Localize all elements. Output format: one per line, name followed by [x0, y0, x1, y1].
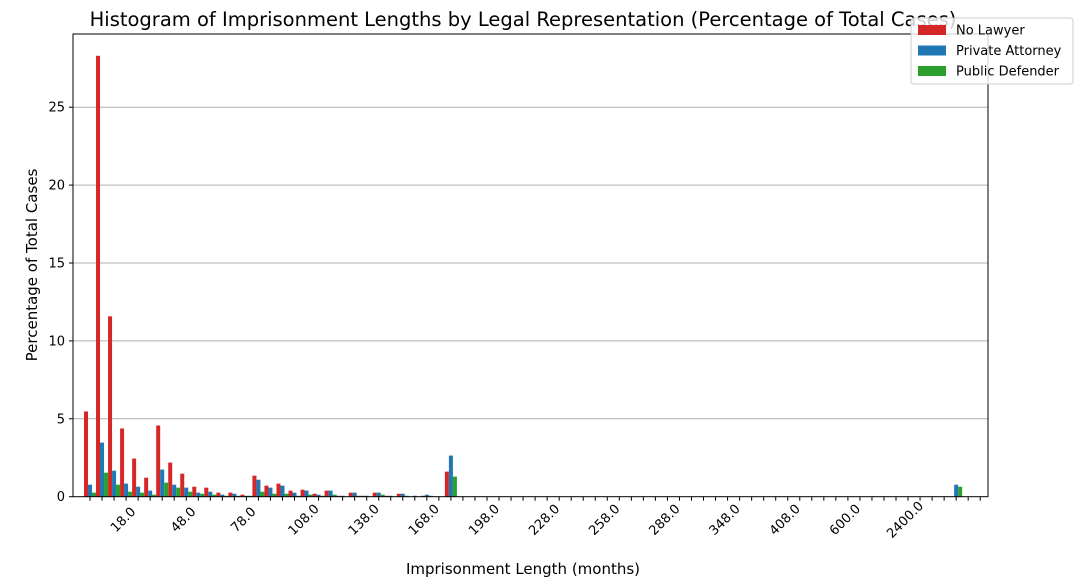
- bar-no-lawyer: [372, 492, 377, 497]
- x-tick-label: 2400.0: [884, 499, 927, 542]
- bar-public-defender: [260, 491, 265, 497]
- y-tick-label: 25: [48, 101, 65, 116]
- y-axis-ticks: 0 5 10 15 20 25: [48, 101, 73, 505]
- legend-label: Private Attorney: [956, 44, 1062, 59]
- x-tick-label: 408.0: [767, 502, 804, 539]
- y-tick-label: 0: [57, 490, 65, 505]
- x-tick-label: 228.0: [526, 502, 563, 539]
- bar-public-defender: [104, 472, 109, 497]
- bar-private-attorney: [124, 483, 129, 497]
- x-axis-ticks: 18.0 48.0 78.0 108.0 138.0 168.0 198.0 228.0 258…: [89, 496, 981, 542]
- bar-private-attorney: [208, 491, 213, 497]
- bar-private-attorney: [304, 490, 309, 497]
- legend-label: Public Defender: [956, 65, 1060, 80]
- x-tick-label: 48.0: [168, 505, 199, 536]
- chart-title: Histogram of Imprisonment Lengths by Leg…: [90, 8, 957, 31]
- legend: No Lawyer Private Attorney Public Defender: [910, 17, 1074, 85]
- x-tick-label: 258.0: [586, 502, 623, 539]
- bar-public-defender: [176, 487, 181, 497]
- bar-private-attorney: [160, 469, 165, 497]
- bars: [84, 55, 963, 497]
- bar-public-defender: [452, 476, 457, 497]
- bar-no-lawyer: [192, 486, 197, 497]
- bar-public-defender: [116, 484, 121, 497]
- bar-private-attorney: [352, 492, 357, 497]
- legend-label: No Lawyer: [956, 24, 1025, 39]
- bar-private-attorney: [268, 487, 273, 497]
- bar-no-lawyer: [168, 462, 173, 497]
- bar-no-lawyer: [264, 485, 269, 497]
- x-tick-label: 168.0: [406, 502, 443, 539]
- bar-public-defender: [128, 491, 133, 497]
- bar-private-attorney: [328, 490, 333, 497]
- bar-no-lawyer: [120, 428, 125, 497]
- y-tick-label: 10: [48, 334, 65, 349]
- bar-public-defender: [164, 482, 169, 497]
- bar-no-lawyer: [300, 489, 305, 497]
- y-tick-label: 5: [57, 412, 65, 427]
- bar-no-lawyer: [276, 483, 281, 497]
- bar-public-defender: [140, 492, 145, 497]
- bar-no-lawyer: [180, 473, 185, 497]
- bar-no-lawyer: [216, 492, 221, 497]
- histogram-chart: Histogram of Imprisonment Lengths by Leg…: [23, 8, 1074, 578]
- bar-private-attorney: [112, 470, 117, 497]
- bar-private-attorney: [256, 479, 261, 497]
- bar-no-lawyer: [228, 492, 233, 497]
- bar-private-attorney: [448, 455, 453, 497]
- bar-no-lawyer: [144, 477, 149, 497]
- bar-private-attorney: [376, 492, 381, 497]
- x-tick-label: 198.0: [466, 502, 503, 539]
- bar-no-lawyer: [156, 425, 161, 497]
- bar-no-lawyer: [84, 411, 88, 497]
- bar-public-defender: [188, 491, 193, 497]
- bar-no-lawyer: [288, 490, 293, 497]
- legend-swatch: [918, 45, 946, 56]
- x-tick-label: 108.0: [286, 502, 323, 539]
- y-axis-label: Percentage of Total Cases: [23, 168, 41, 361]
- x-tick-label: 288.0: [647, 502, 684, 539]
- bar-private-attorney: [184, 487, 189, 497]
- bar-private-attorney: [100, 442, 105, 497]
- x-tick-label: 348.0: [707, 502, 744, 539]
- bar-private-attorney: [196, 492, 201, 497]
- bar-private-attorney: [148, 490, 153, 497]
- legend-swatch: [918, 66, 946, 76]
- bar-private-attorney: [88, 484, 92, 497]
- bar-no-lawyer: [252, 475, 257, 497]
- bar-private-attorney: [172, 484, 177, 497]
- bar-public-defender: [958, 486, 963, 497]
- bar-no-lawyer: [108, 316, 113, 497]
- bar-private-attorney: [954, 484, 959, 497]
- bar-private-attorney: [136, 486, 141, 497]
- bar-no-lawyer: [348, 492, 353, 497]
- bar-no-lawyer: [96, 55, 101, 497]
- y-tick-label: 15: [48, 257, 65, 272]
- x-tick-label: 18.0: [108, 505, 139, 536]
- bar-no-lawyer: [204, 487, 209, 497]
- legend-swatch: [918, 25, 946, 35]
- bar-private-attorney: [292, 492, 297, 497]
- x-axis-label: Imprisonment Length (months): [406, 560, 640, 578]
- x-tick-label: 138.0: [346, 502, 383, 539]
- x-tick-label: 78.0: [228, 505, 259, 536]
- plot-frame: [72, 33, 989, 498]
- bar-no-lawyer: [444, 471, 449, 497]
- bar-public-defender: [92, 492, 96, 497]
- y-tick-label: 20: [48, 179, 65, 194]
- bar-no-lawyer: [132, 458, 137, 497]
- bar-private-attorney: [280, 485, 285, 497]
- y-gridlines: [73, 106, 988, 420]
- x-tick-label: 600.0: [827, 502, 864, 539]
- bar-no-lawyer: [324, 490, 329, 497]
